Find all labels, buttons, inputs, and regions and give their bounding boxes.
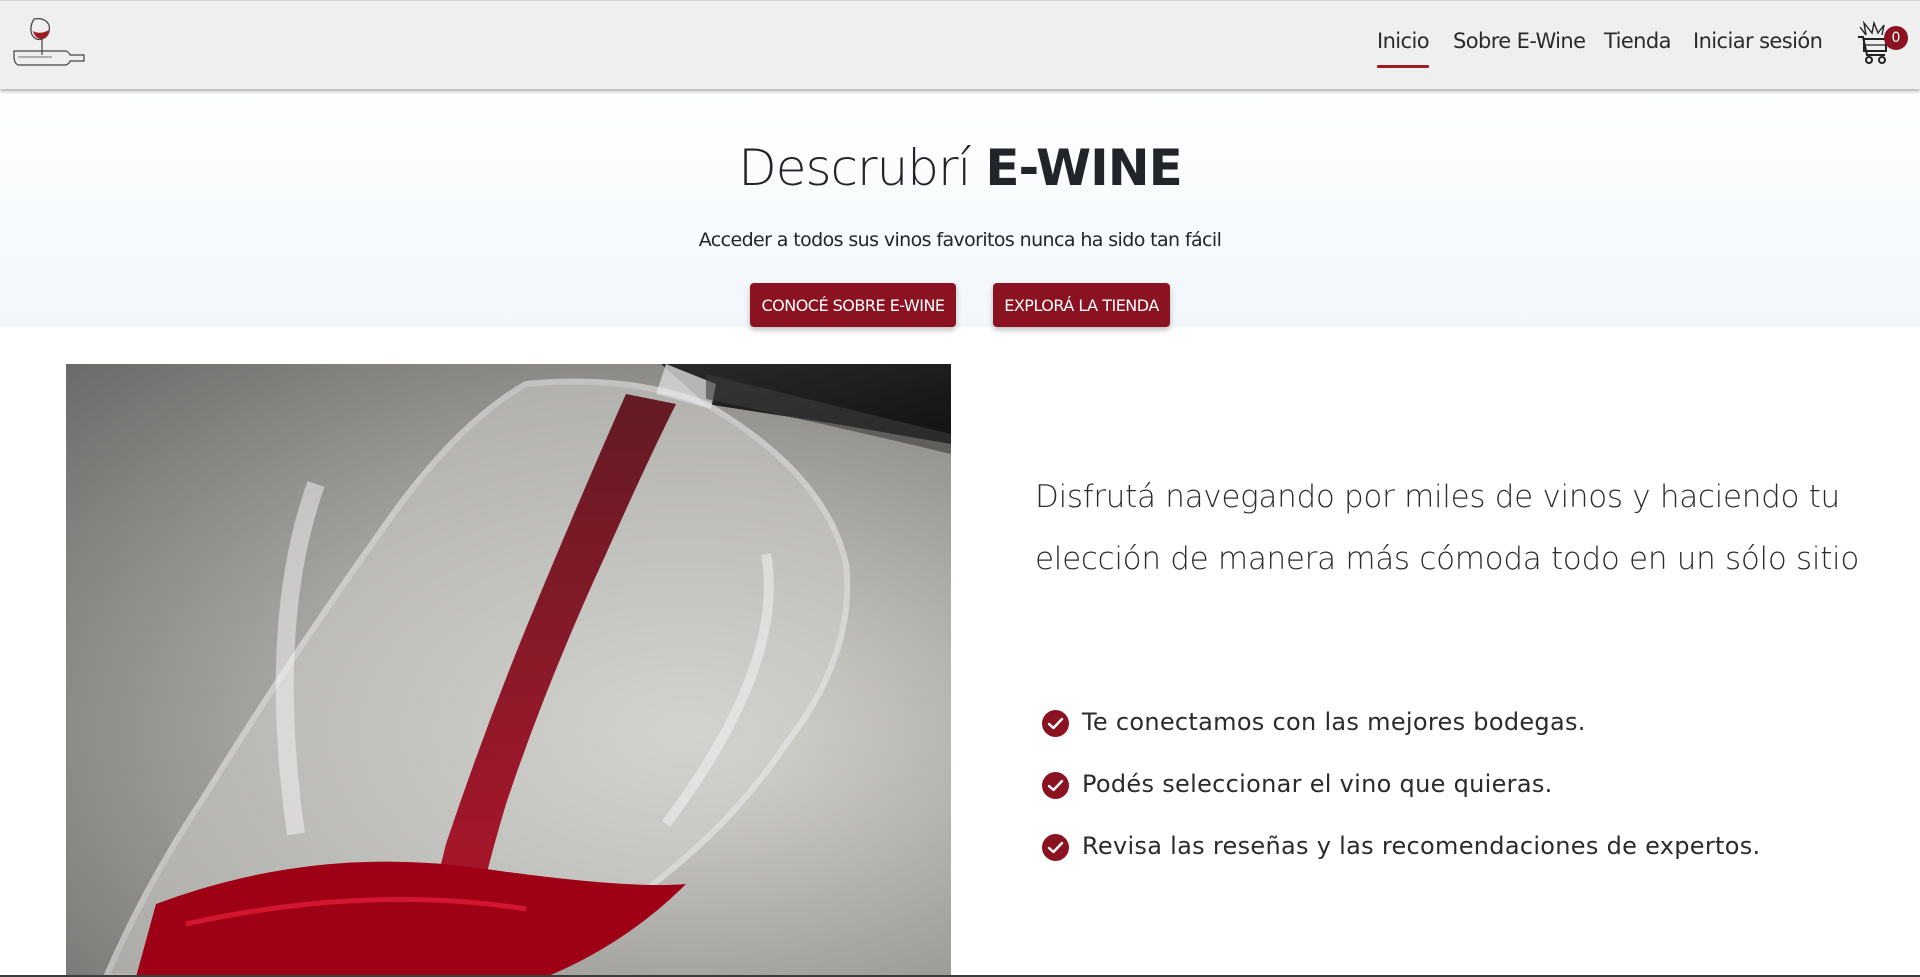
nav-sobre-ewine[interactable]: Sobre E-Wine (1453, 29, 1586, 69)
main-nav: Inicio Sobre E-Wine Tienda Iniciar sesió… (0, 1, 1920, 90)
nav-tienda[interactable]: Tienda (1604, 29, 1671, 69)
features-list: Te conectamos con las mejores bodegas. P… (1042, 700, 1902, 886)
check-circle-icon (1042, 834, 1069, 861)
cart-button[interactable]: 0 (1856, 19, 1912, 69)
nav-iniciar-sesion[interactable]: Iniciar sesión (1693, 29, 1823, 69)
check-circle-icon (1042, 710, 1069, 737)
wine-pouring-image (66, 364, 951, 977)
check-circle-icon (1042, 772, 1069, 799)
list-item: Revisa las reseñas y las recomendaciones… (1042, 824, 1902, 886)
hero-section: Descrubrí E-WINE Acceder a todos sus vin… (0, 89, 1920, 327)
list-item: Podés seleccionar el vino que quieras. (1042, 762, 1902, 824)
nav-inicio[interactable]: Inicio (1377, 29, 1430, 69)
cart-count-badge: 0 (1884, 26, 1908, 50)
feature-text: Revisa las reseñas y las recomendaciones… (1082, 832, 1761, 860)
feature-text: Te conectamos con las mejores bodegas. (1082, 708, 1586, 736)
explore-shop-button[interactable]: EXPLORÁ LA TIENDA (993, 283, 1170, 327)
hero-title-prefix: Descrubrí (738, 139, 971, 197)
tagline-text: Disfrutá navegando por miles de vinos y … (1035, 479, 1860, 577)
hero-title: Descrubrí E-WINE (0, 139, 1920, 197)
hero-title-brand: E-WINE (985, 139, 1182, 197)
hero-subtitle: Acceder a todos sus vinos favoritos nunc… (698, 229, 1222, 251)
top-navbar: Inicio Sobre E-Wine Tienda Iniciar sesió… (0, 0, 1920, 89)
about-ewine-button[interactable]: CONOCÉ SOBRE E-WINE (750, 283, 956, 327)
feature-text: Podés seleccionar el vino que quieras. (1082, 770, 1553, 798)
list-item: Te conectamos con las mejores bodegas. (1042, 700, 1902, 762)
